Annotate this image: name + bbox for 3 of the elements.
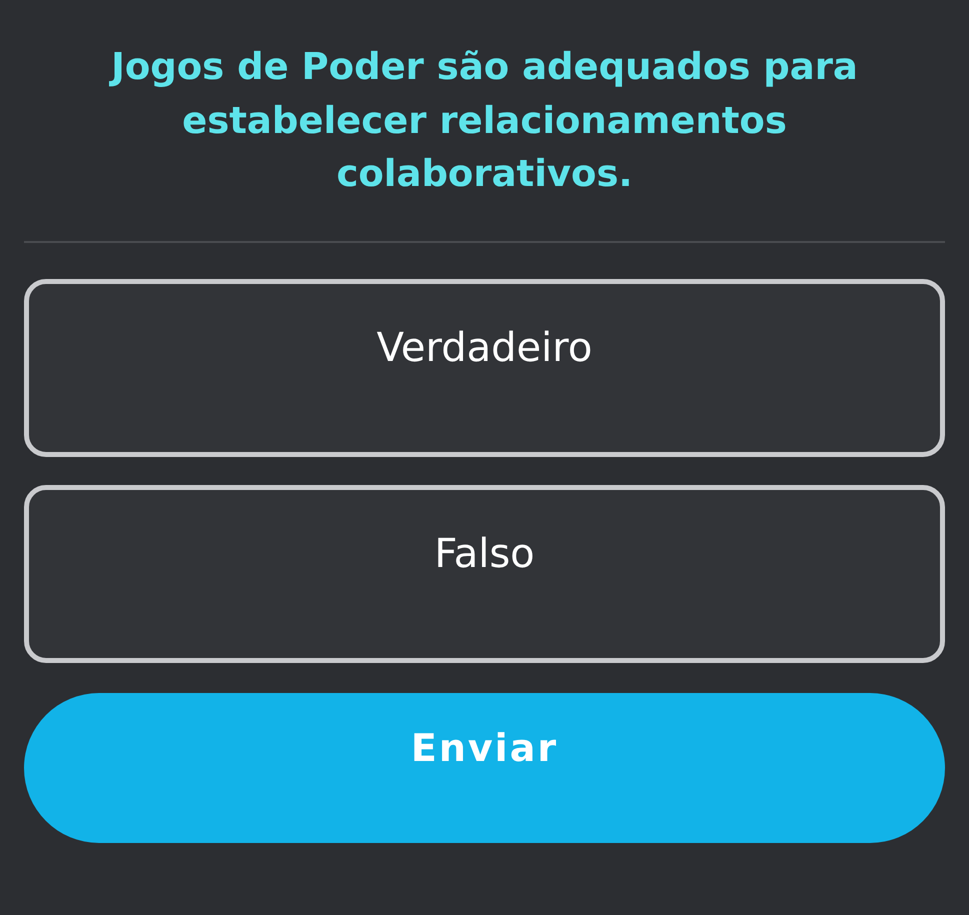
question-text: Jogos de Poder são adequados para estabelecer relacionamentos colaborativos. [108,44,859,198]
answer-option[interactable]: Verdadeiro [24,278,945,457]
answer-option[interactable]: Falso [24,484,945,663]
